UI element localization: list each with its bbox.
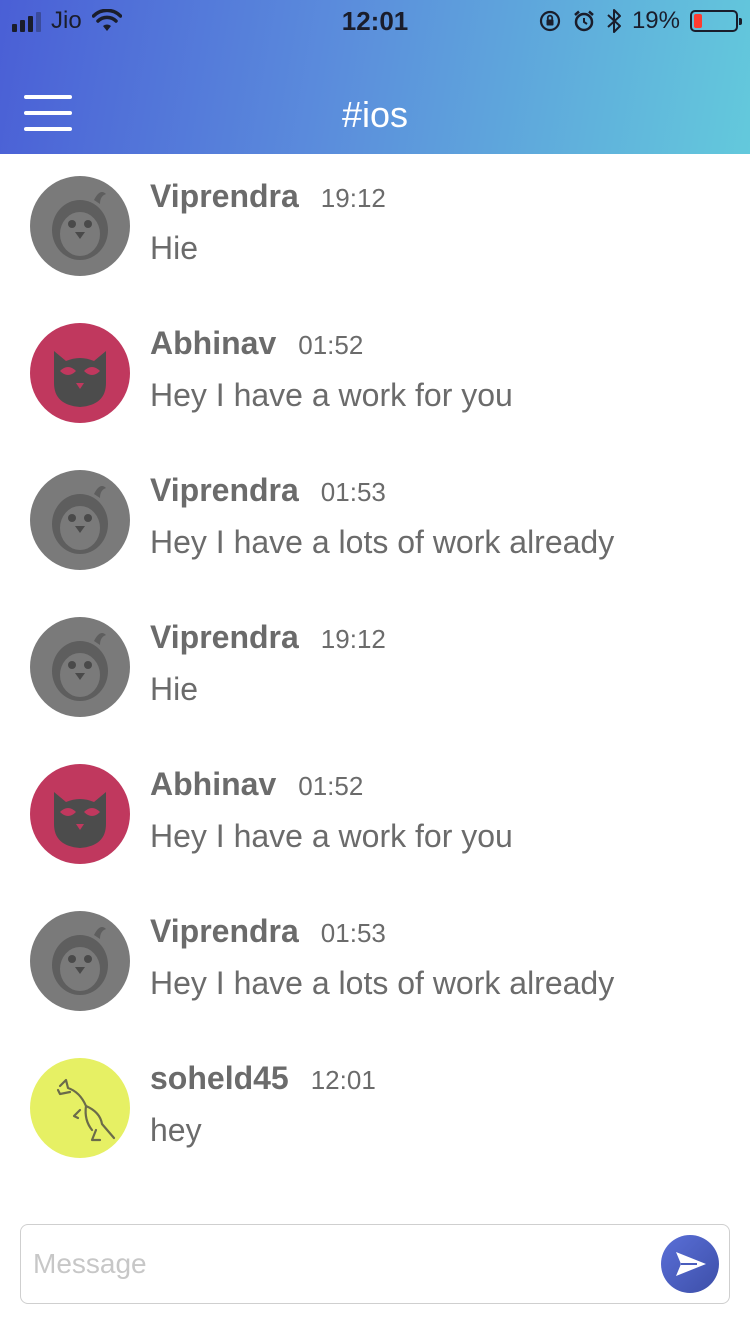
message-item[interactable]: soheld45 12:01 hey xyxy=(0,1036,750,1183)
message-list[interactable]: Viprendra 19:12 Hie Abhinav 01:52 Hey I have … xyxy=(0,154,750,1204)
message-author[interactable]: Viprendra xyxy=(150,178,299,215)
message-text: Hey I have a work for you xyxy=(150,377,513,413)
send-button[interactable] xyxy=(661,1235,719,1293)
kangaroo-avatar[interactable] xyxy=(30,1058,130,1158)
message-time: 01:52 xyxy=(298,330,364,360)
message-meta: Abhinav 01:52 xyxy=(150,766,730,808)
message-author[interactable]: Viprendra xyxy=(150,619,299,656)
message-body: Abhinav 01:52 Hey I have a work for you xyxy=(150,766,730,855)
message-item[interactable]: Abhinav 01:52 Hey I have a work for you xyxy=(0,301,750,448)
message-body: Viprendra 01:53 Hey I have a lots of work … xyxy=(150,913,730,1002)
penguin-avatar[interactable] xyxy=(30,617,130,717)
message-meta: soheld45 12:01 xyxy=(150,1060,730,1102)
battery-icon xyxy=(690,10,742,32)
message-item[interactable]: Viprendra 19:12 Hie xyxy=(0,595,750,742)
battery-level-fill xyxy=(694,14,702,28)
message-meta: Viprendra 01:53 xyxy=(150,913,730,955)
message-item[interactable]: Abhinav 01:52 Hey I have a work for you xyxy=(0,742,750,889)
penguin-avatar[interactable] xyxy=(30,470,130,570)
send-icon xyxy=(676,1252,706,1276)
message-text: Hey I have a work for you xyxy=(150,818,513,854)
message-body: Viprendra 01:53 Hey I have a lots of work … xyxy=(150,472,730,561)
message-meta: Viprendra 19:12 xyxy=(150,178,730,220)
message-body: Viprendra 19:12 Hie xyxy=(150,619,730,708)
message-time: 01:53 xyxy=(320,918,386,948)
orientation-lock-icon xyxy=(539,10,561,32)
app-header: Jio 12:01 19% #ios xyxy=(0,0,750,154)
channel-title: #ios xyxy=(341,94,409,135)
owl-avatar[interactable] xyxy=(30,764,130,864)
message-author[interactable]: Abhinav xyxy=(150,325,276,362)
status-bar: Jio 12:01 19% xyxy=(0,0,750,40)
message-author[interactable]: Viprendra xyxy=(150,472,299,509)
message-item[interactable]: Viprendra 19:12 Hie xyxy=(0,154,750,301)
message-time: 01:52 xyxy=(298,771,364,801)
message-input[interactable] xyxy=(33,1235,653,1293)
message-text: hey xyxy=(150,1112,202,1148)
message-time: 12:01 xyxy=(310,1065,376,1095)
message-author[interactable]: soheld45 xyxy=(150,1060,289,1097)
message-item[interactable]: Viprendra 01:53 Hey I have a lots of work … xyxy=(0,448,750,595)
message-body: soheld45 12:01 hey xyxy=(150,1060,730,1149)
message-time: 01:53 xyxy=(320,477,386,507)
message-text: Hey I have a lots of work already xyxy=(150,965,615,1001)
message-time: 19:12 xyxy=(320,624,386,654)
bluetooth-icon xyxy=(607,9,621,33)
message-composer xyxy=(20,1224,730,1304)
message-meta: Abhinav 01:52 xyxy=(150,325,730,367)
message-author[interactable]: Abhinav xyxy=(150,766,276,803)
message-time: 19:12 xyxy=(320,183,386,213)
penguin-avatar[interactable] xyxy=(30,911,130,1011)
message-author[interactable]: Viprendra xyxy=(150,913,299,950)
message-text: Hie xyxy=(150,671,199,707)
battery-percent: 19% xyxy=(631,7,680,34)
message-meta: Viprendra 01:53 xyxy=(150,472,730,514)
message-item[interactable]: Viprendra 01:53 Hey I have a lots of work … xyxy=(0,889,750,1036)
message-meta: Viprendra 19:12 xyxy=(150,619,730,661)
penguin-avatar[interactable] xyxy=(30,176,130,276)
message-body: Viprendra 19:12 Hie xyxy=(150,178,730,267)
alarm-icon xyxy=(574,10,594,32)
message-text: Hey I have a lots of work already xyxy=(150,524,615,560)
owl-avatar[interactable] xyxy=(30,323,130,423)
message-text: Hie xyxy=(150,230,199,266)
status-bar-right: 19% xyxy=(538,7,742,35)
message-body: Abhinav 01:52 Hey I have a work for you xyxy=(150,325,730,414)
